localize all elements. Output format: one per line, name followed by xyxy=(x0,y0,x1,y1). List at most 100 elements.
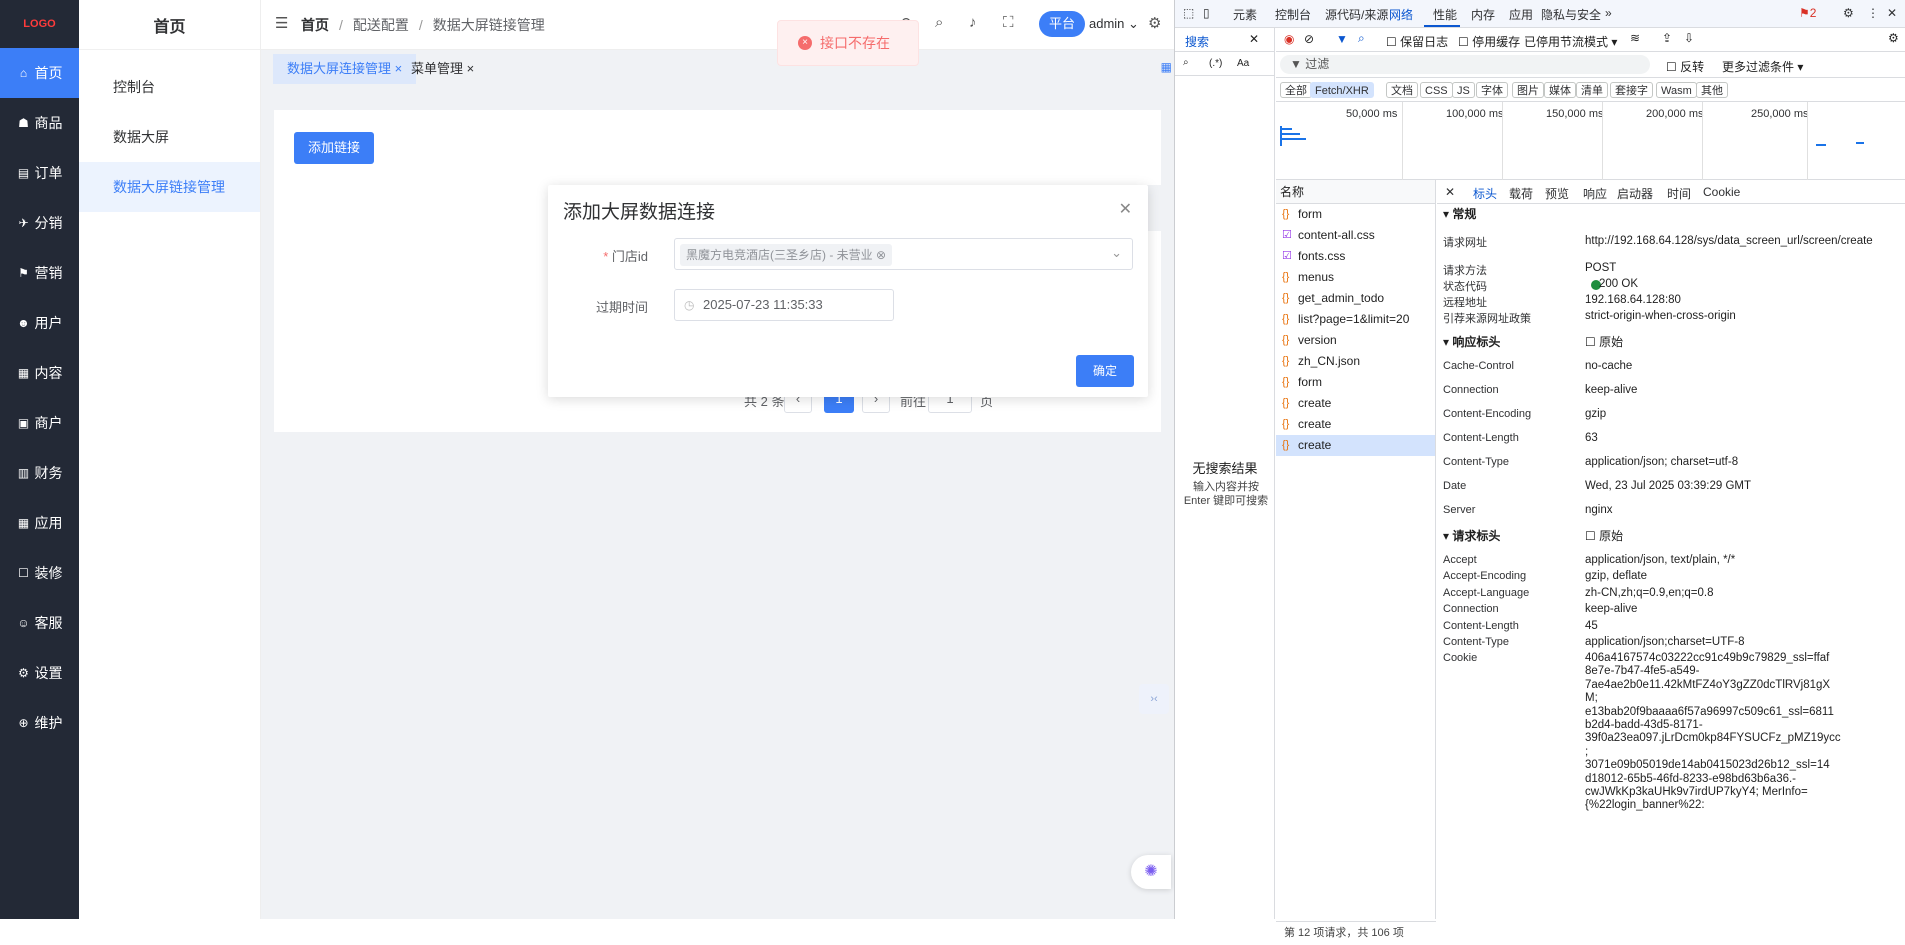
nav-item[interactable]: ▦ 应用 xyxy=(0,498,79,548)
tab-data-screen-links[interactable]: 数据大屏连接管理 × xyxy=(273,54,417,84)
request-row[interactable]: {} create xyxy=(1276,393,1435,414)
nav-item[interactable]: ⌂ 首页 xyxy=(0,48,79,98)
nav-item[interactable]: ☗ 商品 xyxy=(0,98,79,148)
nav-item[interactable]: ☺ 客服 xyxy=(0,598,79,648)
devtools-tab[interactable]: 控制台 xyxy=(1275,6,1311,23)
search-tab[interactable]: 搜索 xyxy=(1185,33,1209,50)
detail-tab[interactable]: 响应 xyxy=(1583,185,1607,202)
devtools-tab[interactable]: 源代码/来源 xyxy=(1325,6,1388,23)
breadcrumb-config[interactable]: 配送配置 xyxy=(353,15,409,35)
nav-item[interactable]: ☻ 用户 xyxy=(0,298,79,348)
name-column-header[interactable]: 名称 xyxy=(1276,180,1435,204)
detail-tab[interactable]: 时间 xyxy=(1667,185,1691,202)
breadcrumb-home[interactable]: 首页 xyxy=(301,15,329,35)
grid-icon[interactable]: ▦ xyxy=(1161,60,1172,74)
devtools-tab[interactable]: 性能 xyxy=(1433,6,1457,23)
filter-chip[interactable]: Wasm xyxy=(1656,82,1697,98)
request-row[interactable]: {} version xyxy=(1276,330,1435,351)
nav-item[interactable]: ☐ 装修 xyxy=(0,548,79,598)
tag-close-icon[interactable]: ⊗ xyxy=(876,248,886,262)
fullscreen-icon[interactable]: ⛶ xyxy=(1003,14,1014,31)
throttle-select[interactable]: 已停用节流模式 ▾ xyxy=(1524,33,1617,50)
more-options-icon[interactable]: ⋮ xyxy=(1867,6,1879,20)
add-link-button[interactable]: 添加链接 xyxy=(294,132,374,164)
request-row[interactable]: {} form xyxy=(1276,372,1435,393)
nav-item[interactable]: ▣ 商户 xyxy=(0,398,79,448)
request-row[interactable]: {} list?page=1&limit=20 xyxy=(1276,309,1435,330)
filter-chip[interactable]: 图片 xyxy=(1512,82,1544,98)
app-logo[interactable]: LOGO xyxy=(0,0,79,48)
nav-item[interactable]: ⚑ 营销 xyxy=(0,248,79,298)
filter-chip[interactable]: 字体 xyxy=(1476,82,1508,98)
close-icon[interactable]: ✕ xyxy=(1445,185,1455,199)
record-icon[interactable]: ◉ xyxy=(1284,32,1294,46)
submenu-item[interactable]: 数据大屏链接管理 xyxy=(79,162,260,212)
assistant-icon[interactable]: ✺ xyxy=(1131,855,1171,889)
menu-fold-icon[interactable]: ☰ xyxy=(275,14,288,32)
nav-item[interactable]: ▥ 财务 xyxy=(0,448,79,498)
store-select[interactable]: 黑魔方电竞酒店(三圣乡店) - 未营业 ⊗ ⌄ xyxy=(674,238,1133,270)
detail-tab[interactable]: 启动器 xyxy=(1617,185,1653,202)
user-menu[interactable]: admin ⌄ xyxy=(1089,16,1139,32)
filter-chip[interactable]: 媒体 xyxy=(1544,82,1576,98)
close-icon[interactable]: ✕ xyxy=(1119,199,1132,219)
close-icon[interactable]: ✕ xyxy=(1887,6,1897,20)
search-icon[interactable]: ⌕ xyxy=(1358,31,1365,46)
request-row[interactable]: {} create xyxy=(1276,435,1435,456)
filter-chip[interactable]: 清单 xyxy=(1576,82,1608,98)
close-icon[interactable]: ✕ xyxy=(1249,32,1259,46)
devtools-tab[interactable]: » xyxy=(1605,6,1612,20)
disable-cache-checkbox[interactable]: ☐ 停用缓存 xyxy=(1458,33,1520,50)
detail-tab[interactable]: 预览 xyxy=(1545,185,1569,202)
request-row[interactable]: ☑ content-all.css xyxy=(1276,225,1435,246)
nav-item[interactable]: ⚙ 设置 xyxy=(0,648,79,698)
issues-badge[interactable]: ⚑2 xyxy=(1799,6,1816,20)
devtools-tab[interactable]: 应用 xyxy=(1509,6,1533,23)
request-row[interactable]: {} zh_CN.json xyxy=(1276,351,1435,372)
import-icon[interactable]: ⇪ xyxy=(1662,31,1672,45)
filter-chip[interactable]: CSS xyxy=(1420,82,1453,98)
nav-item[interactable]: ▦ 内容 xyxy=(0,348,79,398)
nav-item[interactable]: ✈ 分销 xyxy=(0,198,79,248)
filter-input[interactable]: ▼ 过滤 xyxy=(1280,55,1650,74)
case-toggle[interactable]: Aa xyxy=(1237,58,1249,69)
detail-tab[interactable]: Cookie xyxy=(1703,185,1740,199)
request-row[interactable]: {} form xyxy=(1276,204,1435,225)
section-header[interactable]: ▾ 常规 xyxy=(1437,204,1905,224)
section-header[interactable]: ▾ 响应标头 ☐ 原始 xyxy=(1437,332,1905,352)
regex-toggle[interactable]: (.*) xyxy=(1209,58,1222,69)
more-filters-dropdown[interactable]: 更多过滤条件 ▾ xyxy=(1722,58,1803,75)
filter-chip[interactable]: 全部 xyxy=(1280,82,1312,98)
request-row[interactable]: {} get_admin_todo xyxy=(1276,288,1435,309)
detail-tab[interactable]: 标头 xyxy=(1473,185,1497,202)
devtools-tab[interactable]: 网络 xyxy=(1389,6,1413,23)
settings-icon[interactable]: ⚙ xyxy=(1843,6,1854,20)
devtools-tab[interactable]: 元素 xyxy=(1233,6,1257,23)
bell-icon[interactable]: ♪ xyxy=(969,14,977,31)
filter-icon[interactable]: ▼ xyxy=(1336,32,1348,46)
filter-chip[interactable]: JS xyxy=(1452,82,1475,98)
filter-chip[interactable]: 其他 xyxy=(1696,82,1728,98)
confirm-button[interactable]: 确定 xyxy=(1076,355,1134,387)
tab-menu-manage[interactable]: 菜单管理 × xyxy=(397,54,488,84)
preserve-log-checkbox[interactable]: ☐ 保留日志 xyxy=(1386,33,1448,50)
filter-chip[interactable]: 文档 xyxy=(1386,82,1418,98)
clear-icon[interactable]: ⊘ xyxy=(1304,32,1314,46)
inspect-icon[interactable]: ⬚ xyxy=(1183,6,1194,20)
submenu-item[interactable]: 数据大屏 xyxy=(79,112,260,162)
nav-item[interactable]: ⊕ 维护 xyxy=(0,698,79,748)
expire-date-input[interactable]: ◷ 2025-07-23 11:35:33 xyxy=(674,289,894,321)
close-icon[interactable]: × xyxy=(467,61,475,76)
request-row[interactable]: {} create xyxy=(1276,414,1435,435)
section-header[interactable]: ▾ 请求标头 ☐ 原始 xyxy=(1437,526,1905,546)
export-icon[interactable]: ⇩ xyxy=(1684,31,1694,45)
invert-checkbox[interactable]: ☐ 反转 xyxy=(1666,58,1704,75)
filter-chip[interactable]: Fetch/XHR xyxy=(1310,82,1374,98)
filter-chip[interactable]: 套接字 xyxy=(1610,82,1653,98)
platform-badge[interactable]: 平台 xyxy=(1039,11,1086,37)
nav-item[interactable]: ▤ 订单 xyxy=(0,148,79,198)
request-row[interactable]: {} menus xyxy=(1276,267,1435,288)
raw-checkbox[interactable]: ☐ 原始 xyxy=(1585,526,1623,546)
devtools-tab[interactable]: 内存 xyxy=(1471,6,1495,23)
request-row[interactable]: ☑ fonts.css xyxy=(1276,246,1435,267)
